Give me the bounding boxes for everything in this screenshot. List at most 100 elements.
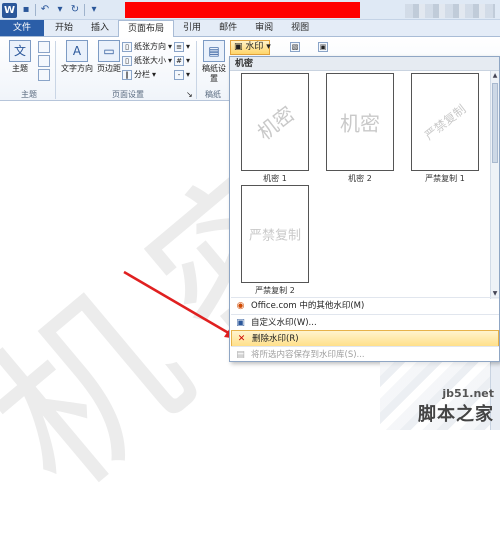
tab-file[interactable]: 文件 xyxy=(0,20,44,36)
chevron-down-icon: ▾ xyxy=(266,42,271,52)
group-label-theme: 主题 xyxy=(21,90,37,99)
draft-paper-icon: ▤ xyxy=(203,40,225,62)
themes-button[interactable]: 文 主题 xyxy=(6,40,34,74)
tab-references[interactable]: 引用 xyxy=(174,20,210,36)
watermark-gallery: 机密 机密 机密 1 机密 机密 2 严禁复制 严禁复制 1 严禁复制 严禁复制… xyxy=(229,56,500,362)
office-icon: ◉ xyxy=(236,301,245,311)
save-gallery-icon: ▤ xyxy=(236,350,245,360)
watermark-thumb-4[interactable]: 严禁复制 xyxy=(241,185,309,283)
custom-watermark-icon: ▣ xyxy=(236,318,245,328)
tab-view[interactable]: 视图 xyxy=(282,20,318,36)
themes-icon: 文 xyxy=(9,40,31,62)
chevron-down-icon: ▾ xyxy=(186,42,191,51)
dropdown-arrow-icon[interactable]: ▾ xyxy=(54,4,66,16)
customize-qat-icon[interactable]: ▾ xyxy=(88,4,100,16)
gallery-header: 机密 xyxy=(230,57,499,71)
columns-icon: ‖ xyxy=(122,70,132,80)
menu-label: 将所选内容保存到水印库(S)... xyxy=(251,350,365,360)
redacted-title xyxy=(125,2,360,18)
thumb-label: 严禁复制 1 xyxy=(425,174,465,183)
thumb-text: 机密 xyxy=(252,101,300,145)
margins-label: 页边距 xyxy=(97,64,121,73)
qat-separator xyxy=(84,4,85,16)
save-icon[interactable]: ▪ xyxy=(20,4,32,16)
redo-icon[interactable]: ↻ xyxy=(69,4,81,16)
margins-button[interactable]: ▭ 页边距 xyxy=(95,40,123,74)
tab-review[interactable]: 审阅 xyxy=(246,20,282,36)
gallery-scrollbar[interactable]: ▲ ▼ xyxy=(490,71,499,299)
gallery-scroll-thumb[interactable] xyxy=(492,83,498,163)
watermark-label: 水印 xyxy=(245,42,264,52)
ribbon-tabs: 文件 开始 插入 页面布局 引用 邮件 审阅 视图 xyxy=(0,20,500,37)
breaks-button[interactable]: ≡ ▾ xyxy=(174,41,190,53)
theme-effects-icon[interactable] xyxy=(38,69,50,81)
orientation-label: 纸张方向 xyxy=(134,42,166,51)
columns-button[interactable]: ‖ 分栏 ▾ xyxy=(122,69,156,81)
themes-label: 主题 xyxy=(12,64,28,73)
watermark-button[interactable]: ▣ 水印 ▾ xyxy=(230,40,271,55)
site-name: 脚本之家 xyxy=(418,404,494,425)
orientation-icon: ▯ xyxy=(122,42,132,52)
tab-page-layout[interactable]: 页面布局 xyxy=(118,20,175,37)
site-url: jb51.net xyxy=(442,387,494,400)
page-color-icon[interactable]: ▧ xyxy=(290,41,300,53)
remove-watermark-icon: ✕ xyxy=(237,334,246,344)
size-label: 纸张大小 xyxy=(134,56,166,65)
quick-access-toolbar: W ▪ ↶ ▾ ↻ ▾ xyxy=(2,2,100,18)
menu-custom-watermark[interactable]: ▣ 自定义水印(W)... xyxy=(231,314,499,331)
menu-label: 自定义水印(W)... xyxy=(251,318,317,328)
page-borders-icon[interactable]: ▣ xyxy=(318,41,328,53)
watermark-thumb-3[interactable]: 严禁复制 xyxy=(411,73,479,171)
group-label-page-setup: 页面设置 xyxy=(112,90,144,99)
size-button[interactable]: ▯ 纸张大小 ▾ xyxy=(122,55,172,67)
word-logo-icon: W xyxy=(2,2,17,18)
watermark-icon: ▣ xyxy=(234,42,243,52)
watermark-thumb-1[interactable]: 机密 xyxy=(241,73,309,171)
thumb-label: 严禁复制 2 xyxy=(255,286,295,295)
title-bar: W ▪ ↶ ▾ ↻ ▾ xyxy=(0,0,500,20)
line-numbers-icon: # xyxy=(174,56,184,66)
qat-separator xyxy=(35,4,36,16)
text-direction-label: 文字方向 xyxy=(61,64,93,73)
chevron-down-icon: ▾ xyxy=(186,70,191,79)
text-direction-icon: A xyxy=(66,40,88,62)
thumb-text: 机密 xyxy=(340,111,380,136)
draft-settings-button[interactable]: ▤ 稿纸设置 xyxy=(200,40,228,84)
orientation-button[interactable]: ▯ 纸张方向 ▾ xyxy=(122,41,172,53)
draft-settings-label: 稿纸设置 xyxy=(202,64,226,83)
menu-more-watermarks[interactable]: ◉ Office.com 中的其他水印(M) xyxy=(231,297,499,314)
blurred-window-controls xyxy=(405,4,495,18)
chevron-down-icon: ▾ xyxy=(152,70,157,79)
undo-icon[interactable]: ↶ xyxy=(39,4,51,16)
dialog-launcher-icon[interactable]: ↘ xyxy=(186,89,193,101)
chevron-down-icon: ▾ xyxy=(186,56,191,65)
tab-home[interactable]: 开始 xyxy=(46,20,82,36)
scroll-up-icon[interactable]: ▲ xyxy=(491,71,499,80)
thumb-label: 机密 1 xyxy=(263,174,287,183)
columns-label: 分栏 xyxy=(134,70,150,79)
menu-label: Office.com 中的其他水印(M) xyxy=(251,301,365,311)
watermark-thumb-2[interactable]: 机密 xyxy=(326,73,394,171)
margins-icon: ▭ xyxy=(98,40,120,62)
chevron-down-icon: ▾ xyxy=(168,42,173,51)
text-direction-button[interactable]: A 文字方向 xyxy=(60,40,94,74)
thumb-text: 严禁复制 xyxy=(248,228,302,244)
line-numbers-button[interactable]: # ▾ xyxy=(174,55,190,67)
hyphenation-icon: - xyxy=(174,70,184,80)
menu-save-to-gallery: ▤ 将所选内容保存到水印库(S)... xyxy=(231,346,499,363)
site-watermark: jb51.net 脚本之家 xyxy=(418,387,494,426)
tab-mailings[interactable]: 邮件 xyxy=(210,20,246,36)
thumb-label: 机密 2 xyxy=(348,174,372,183)
hyphenation-button[interactable]: - ▾ xyxy=(174,69,190,81)
thumb-text: 严禁复制 xyxy=(422,102,469,143)
menu-remove-watermark[interactable]: ✕ 删除水印(R) xyxy=(231,330,499,347)
chevron-down-icon: ▾ xyxy=(168,56,173,65)
group-separator xyxy=(196,41,197,99)
tab-insert[interactable]: 插入 xyxy=(82,20,118,36)
theme-fonts-icon[interactable] xyxy=(38,55,50,67)
size-icon: ▯ xyxy=(122,56,132,66)
menu-label: 删除水印(R) xyxy=(252,334,299,344)
group-separator xyxy=(55,41,56,99)
breaks-icon: ≡ xyxy=(174,42,184,52)
theme-colors-icon[interactable] xyxy=(38,41,50,53)
